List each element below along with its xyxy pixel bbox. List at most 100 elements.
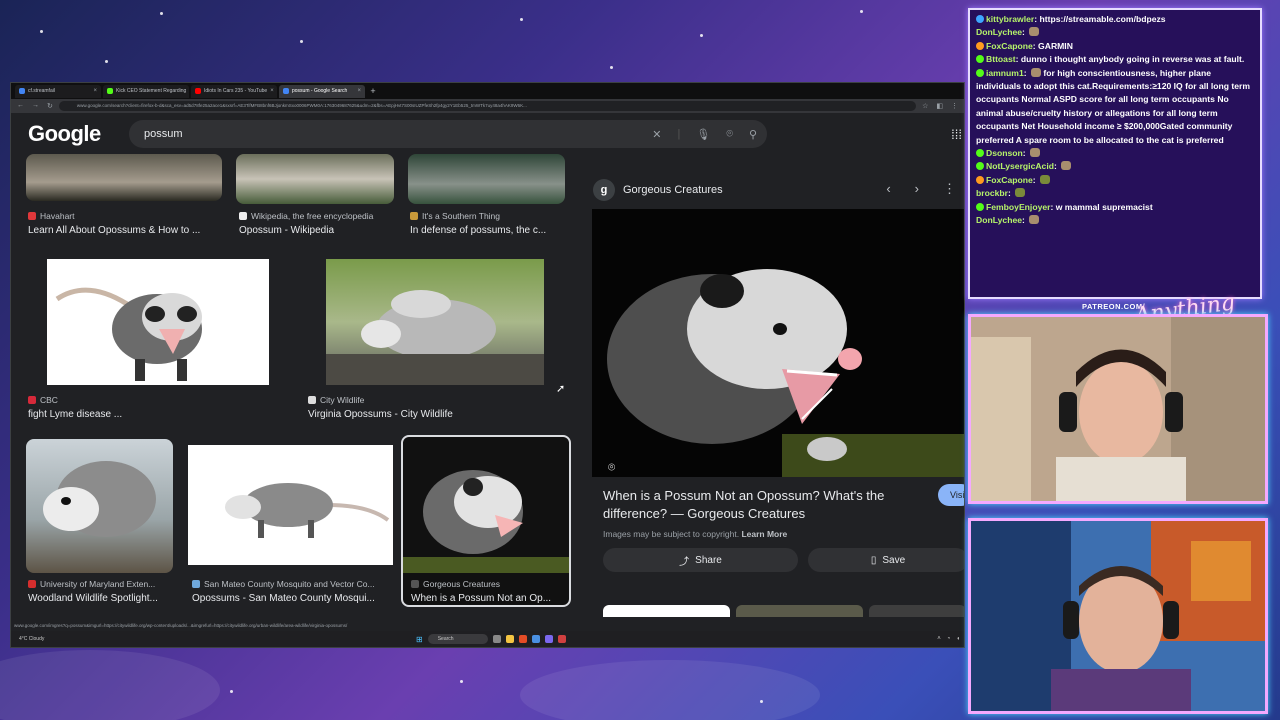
forward-icon[interactable]: → <box>32 102 39 110</box>
chat-username[interactable]: DonLychee <box>976 215 1022 225</box>
bookmark-star-icon[interactable]: ☆ <box>922 102 928 110</box>
share-label: Share <box>695 554 722 566</box>
result-image[interactable] <box>26 154 222 201</box>
share-button[interactable]: ⤴ Share <box>603 548 798 572</box>
emote-icon <box>1030 67 1041 77</box>
extensions-icon[interactable]: ◧ <box>936 102 943 110</box>
weather-widget[interactable]: 4°C Cloudy <box>19 636 49 642</box>
browser-app-icon[interactable] <box>518 635 527 643</box>
system-tray: ˄ ◔ ◖ <box>937 636 960 642</box>
browser-tab[interactable]: Kick CEO Statement Regarding × <box>103 84 189 98</box>
result-image[interactable] <box>26 439 173 573</box>
result-title[interactable]: In defense of possums, the c... <box>410 225 560 236</box>
lens-search-icon[interactable]: ⌾ <box>608 460 626 477</box>
network-icon[interactable]: ◔ <box>947 636 951 642</box>
panel-title[interactable]: When is a Possum Not an Opossum? What's … <box>603 487 903 523</box>
browser-tab[interactable]: Idiots In Cars 235 - YouTube × <box>191 84 277 98</box>
result-image[interactable] <box>326 259 544 385</box>
visit-button[interactable]: Visit <box>938 484 964 506</box>
reload-icon[interactable]: ↻ <box>47 102 53 110</box>
save-button[interactable]: ▯ Save <box>808 548 964 572</box>
google-logo[interactable]: Google <box>28 121 128 147</box>
chat-text: for high conscientiousness, higher plane… <box>976 67 1251 145</box>
result-image[interactable] <box>47 259 269 385</box>
panel-site-name[interactable]: Gorgeous Creatures <box>623 184 723 196</box>
file-explorer-icon[interactable] <box>505 635 514 643</box>
chat-username[interactable]: DonLychee <box>976 27 1022 37</box>
result-title[interactable]: Virginia Opossums - City Wildlife <box>308 409 558 420</box>
url-field[interactable]: www.google.com/search?client=firefox-b-d… <box>58 101 917 111</box>
related-image[interactable] <box>603 605 730 617</box>
opossum-hissing-photo <box>607 269 964 477</box>
learn-more-link[interactable]: Learn More <box>741 529 787 539</box>
back-icon[interactable]: ← <box>17 102 24 110</box>
browser-tab-active[interactable]: possum - Google Search × <box>279 84 365 98</box>
chat-username[interactable]: Dsonson <box>986 148 1023 158</box>
opossum-photo <box>55 287 202 381</box>
chat-message: DonLychee: <box>976 26 1254 39</box>
badge-icon <box>976 55 984 64</box>
taskbar-search[interactable]: Search <box>427 634 488 644</box>
close-icon[interactable]: × <box>270 88 274 94</box>
microphone-icon[interactable]: 🎙 <box>696 128 710 141</box>
app-icon[interactable] <box>557 635 566 643</box>
close-icon[interactable]: × <box>357 88 361 94</box>
taskbar: 4°C Cloudy ⊞ Search ˄ ◔ ◖ <box>11 631 964 647</box>
chat-username[interactable]: kittybrawler <box>986 14 1034 24</box>
tab-label: possum - Google Search <box>292 88 348 94</box>
result-title[interactable]: fight Lyme disease ... <box>28 409 258 420</box>
camera-lens-icon[interactable]: ⌾ <box>726 128 733 141</box>
browser-window: cf.streamfail × Kick CEO Statement Regar… <box>10 82 965 648</box>
preview-image[interactable]: ⌾ <box>592 209 964 477</box>
chat-text[interactable]: https://streamable.com/bdpezs <box>1040 14 1166 24</box>
taskbar-center: ⊞ Search <box>416 634 566 644</box>
related-images-strip <box>603 605 964 617</box>
volume-icon[interactable]: ◖ <box>956 636 960 642</box>
result-title[interactable]: When is a Possum Not an Op... <box>411 593 566 604</box>
result-title[interactable]: Opossum - Wikipedia <box>239 225 399 236</box>
more-options-icon[interactable]: ⋮ <box>943 181 956 197</box>
badge-icon <box>976 175 984 184</box>
chevron-left-icon[interactable]: ‹ <box>886 181 890 197</box>
chevron-up-icon[interactable]: ˄ <box>937 636 941 642</box>
result-title[interactable]: Woodland Wildlife Spotlight... <box>28 593 178 604</box>
result-source: University of Maryland Exten... <box>28 579 155 589</box>
site-favicon-icon <box>28 396 36 404</box>
chat-message: DonLychee: <box>976 214 1254 227</box>
discord-icon[interactable] <box>544 635 553 643</box>
chat-username[interactable]: iamnum1 <box>986 68 1024 78</box>
app-icon[interactable] <box>531 635 540 643</box>
search-icon[interactable]: ⚲ <box>749 128 757 141</box>
related-image[interactable] <box>735 605 863 617</box>
windows-start-icon[interactable]: ⊞ <box>416 635 423 644</box>
related-image[interactable] <box>868 605 964 617</box>
search-input[interactable]: possum ✕ | 🎙 ⌾ ⚲ <box>129 120 767 148</box>
result-title[interactable]: Learn All About Opossums & How to ... <box>28 225 228 236</box>
new-tab-button[interactable]: + <box>367 86 379 96</box>
result-image[interactable] <box>188 445 393 565</box>
opossum-photo <box>43 461 156 537</box>
chat-username[interactable]: FoxCapone <box>986 41 1033 51</box>
chat-message: FoxCapone: <box>976 174 1254 187</box>
chat-username[interactable]: FoxCapone <box>986 175 1033 185</box>
browser-tab[interactable]: cf.streamfail × <box>15 84 101 98</box>
result-image[interactable] <box>408 154 565 204</box>
chat-username[interactable]: brockbr <box>976 188 1008 198</box>
result-title[interactable]: Opossums - San Mateo County Mosqui... <box>192 593 392 604</box>
menu-icon[interactable]: ⋮ <box>951 102 958 110</box>
clear-icon[interactable]: ✕ <box>652 128 661 141</box>
chat-message: Bttoast: dunno i thought anybody going i… <box>976 53 1254 66</box>
site-logo-icon[interactable]: g <box>593 179 615 201</box>
result-source: CBC <box>28 395 58 405</box>
chat-username[interactable]: NotLysergicAcid <box>986 161 1054 171</box>
result-image[interactable] <box>236 154 394 204</box>
close-icon[interactable]: × <box>93 88 97 94</box>
apps-grid-icon[interactable]: ⁞⁞⁞ <box>951 127 962 142</box>
opossum-with-babies-photo <box>326 290 544 385</box>
source-label: Havahart <box>40 211 75 221</box>
chevron-right-icon[interactable]: › <box>915 181 919 197</box>
chat-username[interactable]: FemboyEnjoyer <box>986 202 1050 212</box>
chat-username[interactable]: Bttoast <box>986 54 1016 64</box>
panel-header: g Gorgeous Creatures ‹ › ⋮ <box>581 175 964 205</box>
task-view-icon[interactable] <box>492 635 501 643</box>
